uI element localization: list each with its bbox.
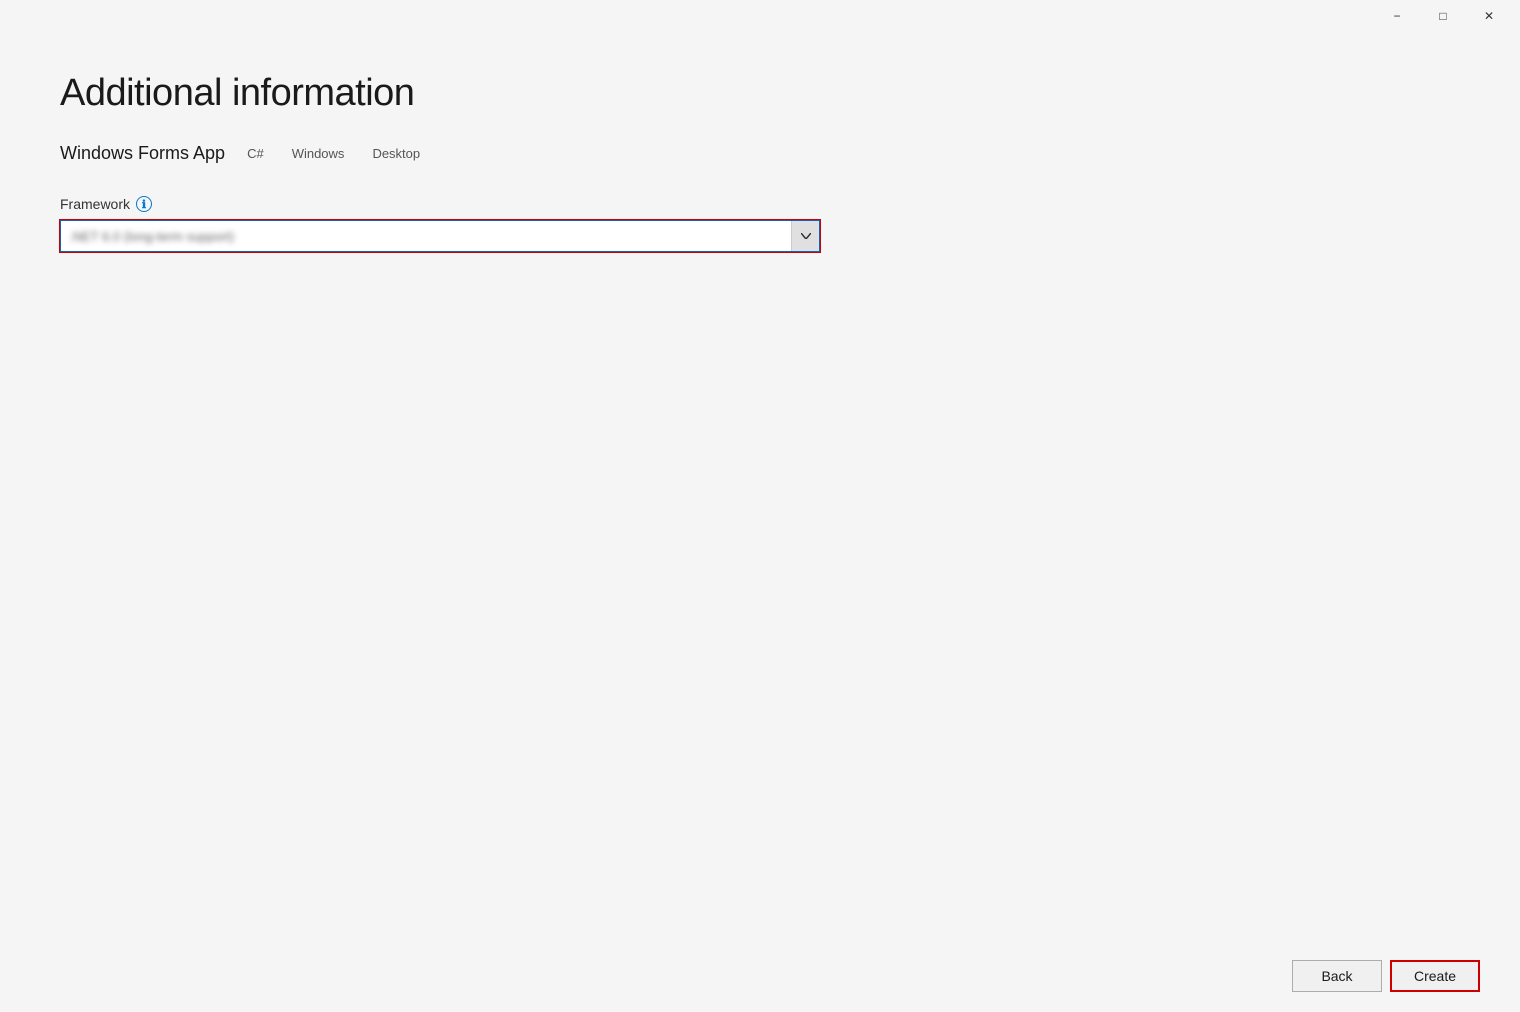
back-button[interactable]: Back bbox=[1292, 960, 1382, 992]
framework-label-row: Framework ℹ bbox=[60, 196, 820, 212]
framework-label: Framework bbox=[60, 196, 130, 212]
title-bar: − □ ✕ bbox=[0, 0, 1520, 32]
create-button[interactable]: Create bbox=[1390, 960, 1480, 992]
title-bar-buttons: − □ ✕ bbox=[1374, 0, 1512, 32]
footer: Back Create bbox=[0, 940, 1520, 1012]
minimize-button[interactable]: − bbox=[1374, 0, 1420, 32]
maximize-icon: □ bbox=[1439, 9, 1446, 23]
chevron-down-icon bbox=[801, 233, 811, 239]
project-type-row: Windows Forms App C# Windows Desktop bbox=[60, 143, 1460, 164]
framework-select-display[interactable]: .NET 6.0 (long-term support) bbox=[60, 220, 820, 252]
window: − □ ✕ Additional information Windows For… bbox=[0, 0, 1520, 1012]
maximize-button[interactable]: □ bbox=[1420, 0, 1466, 32]
content-spacer bbox=[60, 252, 1460, 900]
tag-desktop: Desktop bbox=[366, 144, 426, 163]
framework-select-inner: .NET 6.0 (long-term support) bbox=[60, 220, 820, 252]
framework-selected-value: .NET 6.0 (long-term support) bbox=[69, 229, 234, 244]
tag-csharp: C# bbox=[241, 144, 270, 163]
main-content: Additional information Windows Forms App… bbox=[0, 32, 1520, 940]
framework-dropdown-container[interactable]: .NET 6.0 (long-term support) bbox=[60, 220, 820, 252]
framework-info-icon[interactable]: ℹ bbox=[136, 196, 152, 212]
tag-windows: Windows bbox=[286, 144, 351, 163]
page-title: Additional information bbox=[60, 72, 1460, 115]
framework-dropdown-arrow[interactable] bbox=[791, 221, 819, 251]
close-button[interactable]: ✕ bbox=[1466, 0, 1512, 32]
close-icon: ✕ bbox=[1484, 9, 1494, 23]
framework-section: Framework ℹ .NET 6.0 (long-term support) bbox=[60, 196, 820, 252]
minimize-icon: − bbox=[1393, 9, 1400, 23]
project-type-name: Windows Forms App bbox=[60, 143, 225, 164]
